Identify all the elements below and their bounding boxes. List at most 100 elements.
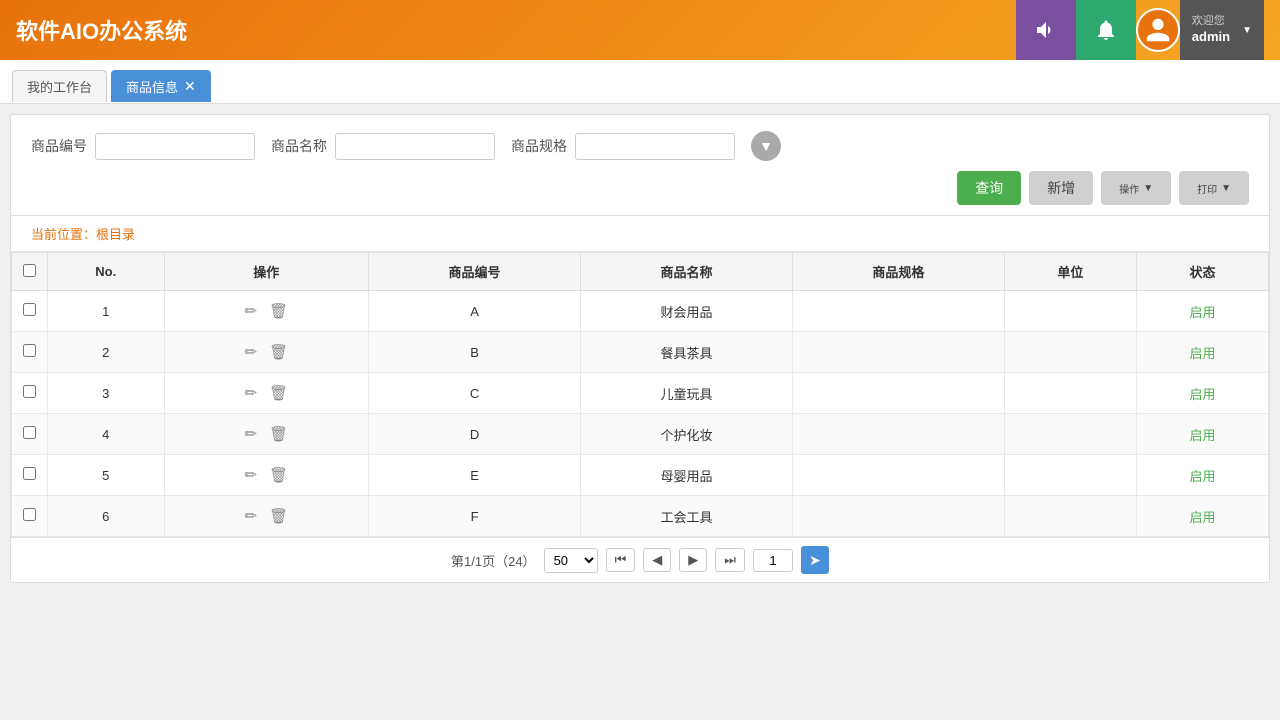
last-page-button[interactable]: ⏭: [715, 548, 745, 572]
input-product-code[interactable]: [95, 133, 255, 160]
query-button[interactable]: 查询: [957, 171, 1021, 205]
main-content: 商品编号 商品名称 商品规格 ▼ 查询 新增 操作: [0, 104, 1280, 593]
row-status: 启用: [1136, 496, 1268, 537]
next-page-button[interactable]: ▶: [679, 548, 707, 572]
row-checkbox[interactable]: [23, 508, 36, 521]
product-table: No. 操作 商品编号 商品名称 商品规格 单位 状态 1 ✏: [11, 252, 1269, 537]
username-text: admin: [1192, 29, 1230, 46]
field-product-name: 商品名称: [271, 133, 495, 160]
user-menu[interactable]: 欢迎您 admin ▼: [1180, 0, 1264, 60]
edit-icon[interactable]: ✏: [242, 382, 261, 404]
row-code: B: [369, 332, 581, 373]
row-no: 3: [48, 373, 165, 414]
col-code: 商品编号: [369, 253, 581, 291]
row-name: 母婴用品: [581, 455, 793, 496]
prev-page-button[interactable]: ◀: [643, 548, 671, 572]
row-checkbox-cell: [12, 496, 48, 537]
app-title: 软件AIO办公系统: [16, 14, 1016, 46]
search-actions: 查询 新增 操作 ▼ 打印 ▼: [31, 171, 1249, 205]
row-spec: [792, 455, 1004, 496]
row-unit: [1004, 496, 1136, 537]
col-status: 状态: [1136, 253, 1268, 291]
volume-icon: [1034, 18, 1058, 42]
table-body: 1 ✏ 🗑 A 财会用品 启用 2 ✏ 🗑: [12, 291, 1269, 537]
edit-icon[interactable]: ✏: [242, 341, 261, 363]
delete-icon[interactable]: 🗑: [266, 464, 291, 486]
edit-icon[interactable]: ✏: [242, 464, 261, 486]
row-status: 启用: [1136, 291, 1268, 332]
col-no: No.: [48, 253, 165, 291]
notification-button[interactable]: [1076, 0, 1136, 60]
edit-icon[interactable]: ✏: [242, 505, 261, 527]
row-checkbox-cell: [12, 332, 48, 373]
table-row: 4 ✏ 🗑 D 个护化妆 启用: [12, 414, 1269, 455]
edit-icon[interactable]: ✏: [242, 423, 261, 445]
row-spec: [792, 332, 1004, 373]
tab-product-label: 商品信息: [126, 77, 178, 96]
row-no: 4: [48, 414, 165, 455]
field-product-spec-label: 商品规格: [511, 136, 567, 156]
row-checkbox-cell: [12, 455, 48, 496]
row-name: 工会工具: [581, 496, 793, 537]
operate-button[interactable]: 操作 ▼: [1101, 171, 1171, 205]
tab-workbench-label: 我的工作台: [27, 77, 92, 96]
pagination: 第1/1页（24） 50 10 20 100 ⏮ ◀ ▶ ⏭ ➤: [11, 537, 1269, 582]
chevron-down-icon: ▼: [759, 138, 773, 154]
location-bar: 当前位置：根目录: [11, 216, 1269, 252]
delete-icon[interactable]: 🗑: [266, 341, 291, 363]
input-product-name[interactable]: [335, 133, 495, 160]
header-right: 欢迎您 admin ▼: [1016, 0, 1264, 60]
row-spec: [792, 496, 1004, 537]
row-actions: ✏ 🗑: [164, 291, 369, 332]
row-code: E: [369, 455, 581, 496]
row-checkbox[interactable]: [23, 344, 36, 357]
delete-icon[interactable]: 🗑: [266, 382, 291, 404]
table-row: 5 ✏ 🗑 E 母婴用品 启用: [12, 455, 1269, 496]
search-row: 商品编号 商品名称 商品规格 ▼: [31, 131, 1249, 161]
select-all-checkbox[interactable]: [23, 264, 36, 277]
page-size-select[interactable]: 50 10 20 100: [544, 548, 598, 573]
expand-button[interactable]: ▼: [751, 131, 781, 161]
col-checkbox: [12, 253, 48, 291]
volume-button[interactable]: [1016, 0, 1076, 60]
tab-close-icon[interactable]: ✕: [184, 79, 196, 93]
print-button[interactable]: 打印 ▼: [1179, 171, 1249, 205]
tab-product[interactable]: 商品信息 ✕: [111, 70, 211, 102]
row-name: 财会用品: [581, 291, 793, 332]
row-spec: [792, 414, 1004, 455]
search-bar: 商品编号 商品名称 商品规格 ▼ 查询 新增 操作: [11, 115, 1269, 216]
avatar: [1136, 8, 1180, 52]
go-page-button[interactable]: ➤: [801, 546, 829, 574]
location-text: 当前位置：根目录: [31, 227, 135, 242]
delete-icon[interactable]: 🗑: [266, 505, 291, 527]
col-unit: 单位: [1004, 253, 1136, 291]
operate-label: 操作: [1119, 181, 1139, 196]
row-code: F: [369, 496, 581, 537]
edit-icon[interactable]: ✏: [242, 300, 261, 322]
input-product-spec[interactable]: [575, 133, 735, 160]
row-no: 6: [48, 496, 165, 537]
add-button[interactable]: 新增: [1029, 171, 1093, 205]
header: 软件AIO办公系统 欢迎您 admin ▼: [0, 0, 1280, 60]
row-spec: [792, 373, 1004, 414]
row-status: 启用: [1136, 373, 1268, 414]
row-actions: ✏ 🗑: [164, 414, 369, 455]
tab-workbench[interactable]: 我的工作台: [12, 70, 107, 102]
row-code: C: [369, 373, 581, 414]
delete-icon[interactable]: 🗑: [266, 423, 291, 445]
row-checkbox-cell: [12, 373, 48, 414]
table-header-row: No. 操作 商品编号 商品名称 商品规格 单位 状态: [12, 253, 1269, 291]
row-actions: ✏ 🗑: [164, 455, 369, 496]
row-checkbox[interactable]: [23, 385, 36, 398]
table-head: No. 操作 商品编号 商品名称 商品规格 单位 状态: [12, 253, 1269, 291]
row-checkbox[interactable]: [23, 467, 36, 480]
tab-bar: 我的工作台 商品信息 ✕: [0, 60, 1280, 104]
row-checkbox[interactable]: [23, 426, 36, 439]
first-page-button[interactable]: ⏮: [606, 548, 636, 572]
table-container: No. 操作 商品编号 商品名称 商品规格 单位 状态 1 ✏: [11, 252, 1269, 537]
page-number-input[interactable]: [753, 549, 793, 572]
delete-icon[interactable]: 🗑: [266, 300, 291, 322]
field-product-code-label: 商品编号: [31, 136, 87, 156]
row-checkbox[interactable]: [23, 303, 36, 316]
row-unit: [1004, 373, 1136, 414]
